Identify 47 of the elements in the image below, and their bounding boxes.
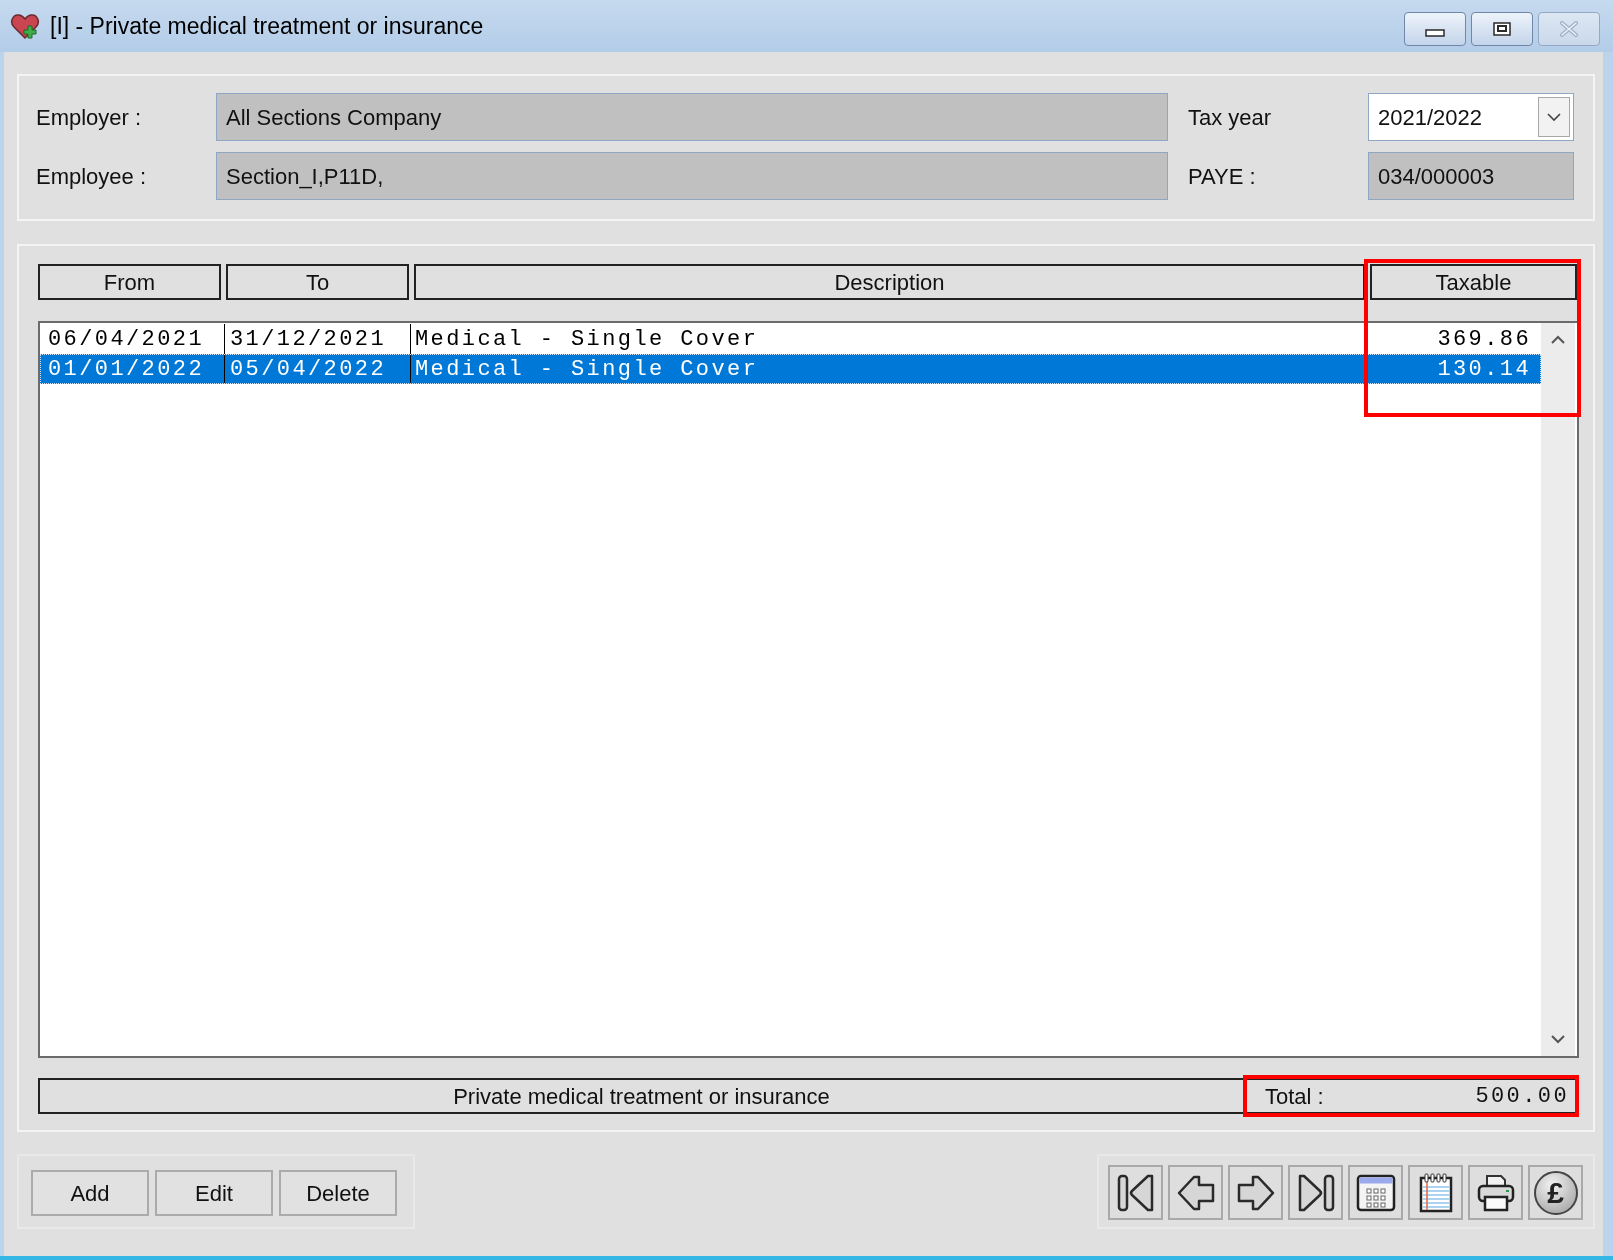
field-label: Employer : <box>36 103 142 132</box>
column-header[interactable]: From <box>38 264 221 300</box>
edit-button[interactable]: Edit <box>155 1170 273 1216</box>
total-value: 500.00 <box>1475 1082 1569 1111</box>
calendar-icon <box>1355 1172 1396 1213</box>
next-button[interactable] <box>1228 1165 1283 1220</box>
minimize-icon <box>1425 29 1445 37</box>
column-header[interactable]: To <box>226 264 409 300</box>
heart-icon <box>10 12 40 40</box>
table-row[interactable]: 01/01/2022 05/04/2022 Medical - Single Cover 130.14 <box>40 354 1541 384</box>
window-title: [I] - Private medical treatment or insurance <box>50 14 484 38</box>
dropdown[interactable]: 2021/2022 <box>1368 93 1574 141</box>
close-icon <box>1559 21 1579 37</box>
field-label: Tax year <box>1188 103 1272 132</box>
text-field[interactable]: All Sections Company <box>216 93 1168 141</box>
table-cell-text: 130.14 <box>1436 355 1532 384</box>
table-cell: 05/04/2022 <box>224 354 410 384</box>
field-label: Employee : <box>36 162 147 191</box>
chevron-down-icon[interactable] <box>1538 97 1570 137</box>
table-cell-text: 369.86 <box>1436 325 1532 354</box>
chevron-up-icon[interactable] <box>1550 335 1566 345</box>
column-header[interactable]: Taxable <box>1370 264 1577 300</box>
print-button[interactable] <box>1468 1165 1523 1220</box>
column-header[interactable]: Description <box>414 264 1365 300</box>
delete-button[interactable]: Delete <box>279 1170 397 1216</box>
printer-icon <box>1475 1172 1516 1213</box>
minimize-button[interactable] <box>1404 12 1466 46</box>
first-record-button[interactable] <box>1108 1165 1163 1220</box>
skip-to-start-icon <box>1115 1172 1156 1213</box>
previous-button[interactable] <box>1168 1165 1223 1220</box>
add-button[interactable]: Add <box>31 1170 149 1216</box>
scrollbar[interactable] <box>1541 323 1575 1056</box>
field-label: PAYE : <box>1188 162 1256 191</box>
text-field[interactable]: Section_I,P11D, <box>216 152 1168 200</box>
maximize-button[interactable] <box>1471 12 1533 46</box>
notepad-button[interactable] <box>1408 1165 1463 1220</box>
list-box[interactable]: 06/04/2021 31/12/2021 Medical - Single Cover 369.86 01/01/2022 05/04/2022 Medical - Single Cover 130.14 <box>38 321 1579 1058</box>
maximize-icon <box>1493 22 1511 36</box>
calendar-button[interactable] <box>1348 1165 1403 1220</box>
table-cell: Medical - Single Cover <box>410 354 1365 384</box>
table-cell-text: 06/04/2021 <box>47 325 206 354</box>
chevron-down-icon[interactable] <box>1550 1034 1566 1044</box>
table-cell-text: 01/01/2022 <box>47 355 206 384</box>
footer-caption: Private medical treatment or insurance <box>38 1078 1245 1114</box>
last-record-button[interactable] <box>1288 1165 1343 1220</box>
text-field[interactable]: 034/000003 <box>1368 152 1574 200</box>
total-label: Total : <box>1265 1082 1324 1111</box>
